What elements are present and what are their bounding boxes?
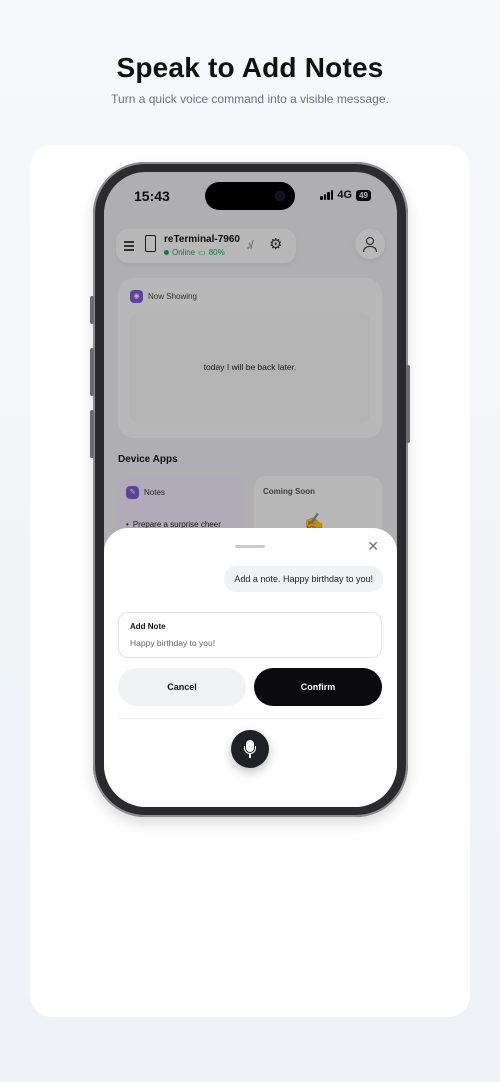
volume-down-button bbox=[90, 410, 94, 458]
power-button bbox=[406, 365, 410, 443]
cancel-button[interactable]: Cancel bbox=[118, 668, 246, 706]
chat-bubble: Add a note. Happy birthday to you! bbox=[224, 566, 383, 592]
add-note-label: Add Note bbox=[130, 622, 166, 631]
mic-icon-stand bbox=[244, 746, 256, 754]
action-button bbox=[90, 296, 94, 324]
hero-title: Speak to Add Notes bbox=[116, 52, 384, 83]
divider bbox=[118, 718, 382, 719]
add-note-field[interactable]: Add Note bbox=[118, 612, 382, 658]
bottom-sheet: ✕ Add a note. Happy birthday to you! Add… bbox=[104, 528, 397, 807]
confirm-button[interactable]: Confirm bbox=[254, 668, 382, 706]
note-input[interactable] bbox=[130, 638, 370, 648]
sheet-handle[interactable] bbox=[235, 545, 265, 548]
mic-icon-stem bbox=[249, 754, 251, 758]
mic-button[interactable] bbox=[231, 730, 269, 768]
hero-subtitle: Turn a quick voice command into a visibl… bbox=[111, 92, 389, 106]
phone-screen: 15:43 4G 49 reTerminal-7960 Online ▭ 80%… bbox=[104, 172, 397, 807]
volume-up-button bbox=[90, 348, 94, 396]
close-icon[interactable]: ✕ bbox=[367, 538, 379, 555]
